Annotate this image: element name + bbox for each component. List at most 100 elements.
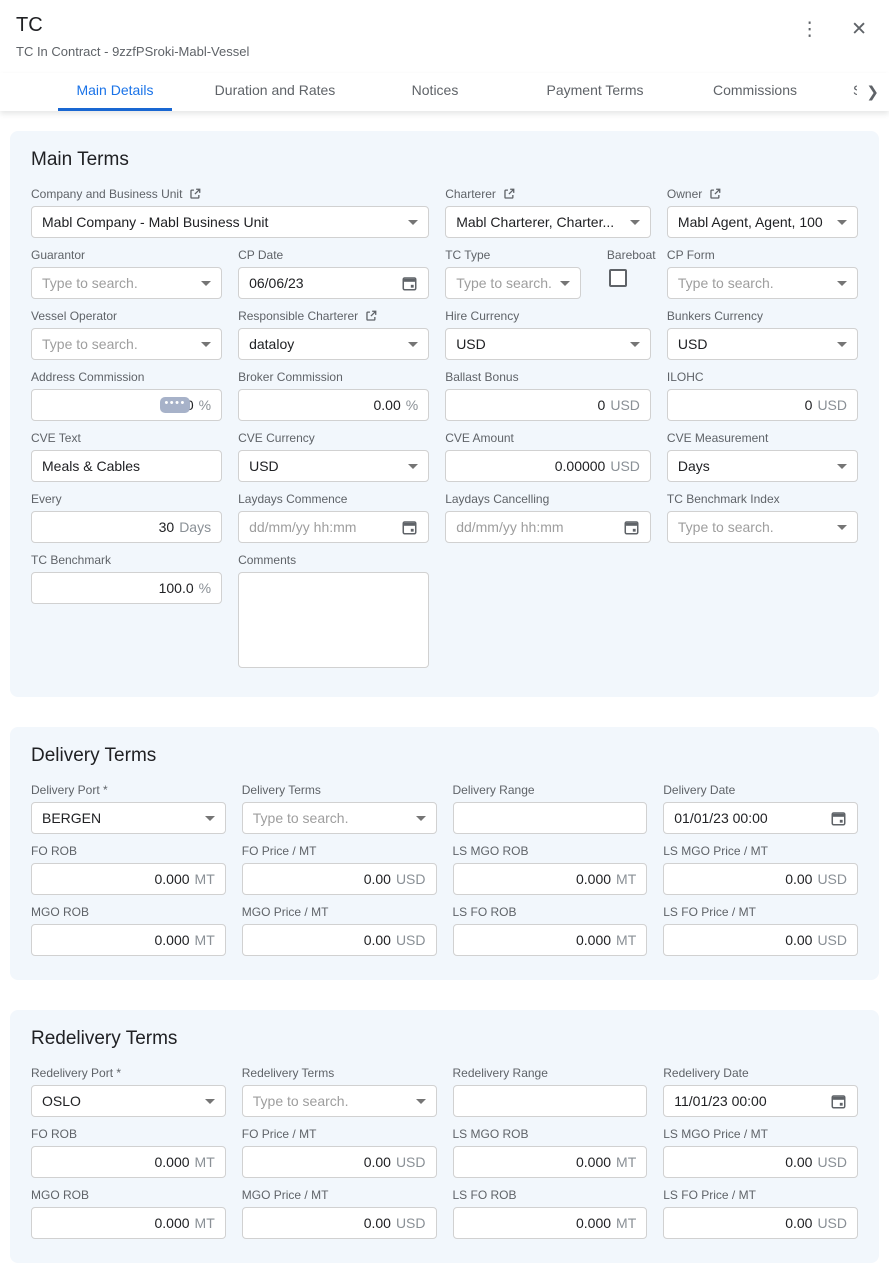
cve-currency-select[interactable]: USD	[238, 450, 429, 482]
chevron-down-icon	[205, 1099, 215, 1104]
calendar-icon[interactable]	[830, 810, 847, 827]
external-link-icon[interactable]	[708, 187, 722, 201]
delivery-mgo-rob-label: MGO ROB	[31, 905, 89, 919]
delivery-ls-fo-rob-input[interactable]: 0.000MT	[453, 924, 648, 956]
comments-textarea[interactable]	[238, 572, 429, 668]
every-input[interactable]: 30 Days	[31, 511, 222, 543]
cp-form-select[interactable]: Type to search.	[667, 267, 858, 299]
redelivery-ls-mgo-rob-field: LS MGO ROB 0.000MT	[453, 1127, 648, 1178]
vessel-operator-select[interactable]: Type to search.	[31, 328, 222, 360]
broker-commission-input[interactable]: 0.00 %	[238, 389, 429, 421]
cp-form-field: CP Form Type to search.	[667, 248, 858, 299]
tab-notices[interactable]: Notices	[355, 73, 515, 111]
tc-benchmark-index-select[interactable]: Type to search.	[667, 511, 858, 543]
main-terms-section: Main Terms Company and Business Unit Mab…	[10, 131, 879, 697]
calendar-icon[interactable]	[830, 1093, 847, 1110]
delivery-date-input[interactable]: 01/01/23 00:00	[663, 802, 858, 834]
redelivery-mgo-price-input[interactable]: 0.00USD	[242, 1207, 437, 1239]
redelivery-fo-price-value: 0.00	[364, 1154, 391, 1170]
redelivery-ls-fo-price-input[interactable]: 0.00USD	[663, 1207, 858, 1239]
calendar-icon[interactable]	[401, 519, 418, 536]
tc-benchmark-input[interactable]: 100.0 %	[31, 572, 222, 604]
guarantor-select[interactable]: Type to search.	[31, 267, 222, 299]
bareboat-checkbox[interactable]	[609, 269, 627, 287]
delivery-ls-mgo-price-input[interactable]: 0.00USD	[663, 863, 858, 895]
hire-currency-select[interactable]: USD	[445, 328, 651, 360]
delivery-ls-fo-rob-label: LS FO ROB	[453, 905, 517, 919]
chevron-down-icon	[837, 342, 847, 347]
bunkers-currency-value: USD	[678, 336, 829, 352]
delivery-port-field: Delivery Port * BERGEN	[31, 783, 226, 834]
tab-duration-and-rates[interactable]: Duration and Rates	[195, 73, 355, 111]
redelivery-ls-mgo-price-value: 0.00	[785, 1154, 812, 1170]
redelivery-fo-rob-unit: MT	[195, 1154, 215, 1170]
redelivery-fo-rob-label: FO ROB	[31, 1127, 77, 1141]
ballast-bonus-input[interactable]: 0 USD	[445, 389, 651, 421]
cp-date-input[interactable]: 06/06/23	[238, 267, 429, 299]
delivery-fo-price-label: FO Price / MT	[242, 844, 317, 858]
charterer-label: Charterer	[445, 187, 496, 201]
kebab-menu-icon[interactable]: ⋮	[796, 18, 823, 41]
delivery-ls-fo-price-label: LS FO Price / MT	[663, 905, 756, 919]
calendar-icon[interactable]	[623, 519, 640, 536]
every-field: Every 30 Days	[31, 492, 222, 543]
calendar-icon[interactable]	[401, 275, 418, 292]
external-link-icon[interactable]	[502, 187, 516, 201]
delivery-mgo-rob-input[interactable]: 0.000MT	[31, 924, 226, 956]
tab-overflow-clipped[interactable]: S	[835, 73, 857, 111]
ilohc-input[interactable]: 0 USD	[667, 389, 858, 421]
tab-commissions[interactable]: Commissions	[675, 73, 835, 111]
cve-measurement-select[interactable]: Days	[667, 450, 858, 482]
redelivery-range-input[interactable]	[453, 1085, 648, 1117]
charterer-select[interactable]: Mabl Charterer, Charter...	[445, 206, 651, 238]
redelivery-ls-fo-price-field: LS FO Price / MT 0.00USD	[663, 1188, 858, 1239]
cve-amount-field: CVE Amount 0.00000 USD	[445, 431, 651, 482]
close-icon[interactable]: ✕	[847, 18, 871, 41]
chevron-right-icon[interactable]: ❯	[862, 75, 889, 111]
external-link-icon[interactable]	[188, 187, 202, 201]
redelivery-date-input[interactable]: 11/01/23 00:00	[663, 1085, 858, 1117]
redelivery-fo-price-input[interactable]: 0.00USD	[242, 1146, 437, 1178]
delivery-fo-rob-input[interactable]: 0.000MT	[31, 863, 226, 895]
redelivery-fo-price-field: FO Price / MT 0.00USD	[242, 1127, 437, 1178]
redelivery-terms-select[interactable]: Type to search.	[242, 1085, 437, 1117]
responsible-charterer-select[interactable]: dataloy	[238, 328, 429, 360]
vessel-operator-label: Vessel Operator	[31, 309, 117, 323]
redelivery-ls-mgo-rob-input[interactable]: 0.000MT	[453, 1146, 648, 1178]
delivery-ls-fo-price-input[interactable]: 0.00USD	[663, 924, 858, 956]
redelivery-mgo-rob-unit: MT	[195, 1215, 215, 1231]
company-and-business-unit-select[interactable]: Mabl Company - Mabl Business Unit	[31, 206, 429, 238]
laydays-cancelling-input[interactable]: dd/mm/yy hh:mm	[445, 511, 651, 543]
delivery-ls-mgo-price-label: LS MGO Price / MT	[663, 844, 768, 858]
delivery-range-input[interactable]	[453, 802, 648, 834]
redelivery-ls-mgo-price-input[interactable]: 0.00USD	[663, 1146, 858, 1178]
cve-amount-input[interactable]: 0.00000 USD	[445, 450, 651, 482]
tab-payment-terms[interactable]: Payment Terms	[515, 73, 675, 111]
comments-field: Comments	[238, 553, 429, 673]
redelivery-mgo-rob-input[interactable]: 0.000MT	[31, 1207, 226, 1239]
redelivery-fo-rob-input[interactable]: 0.000MT	[31, 1146, 226, 1178]
tc-type-field: TC Type Type to search.	[445, 248, 581, 299]
ilohc-unit: USD	[817, 397, 847, 413]
redelivery-port-select[interactable]: OSLO	[31, 1085, 226, 1117]
tab-main-details[interactable]: Main Details	[35, 73, 195, 111]
delivery-fo-price-value: 0.00	[364, 871, 391, 887]
hire-currency-value: USD	[456, 336, 622, 352]
owner-select[interactable]: Mabl Agent, Agent, 100	[667, 206, 858, 238]
laydays-commence-input[interactable]: dd/mm/yy hh:mm	[238, 511, 429, 543]
redelivery-fo-rob-field: FO ROB 0.000MT	[31, 1127, 226, 1178]
delivery-port-select[interactable]: BERGEN	[31, 802, 226, 834]
external-link-icon[interactable]	[364, 309, 378, 323]
delivery-fo-price-input[interactable]: 0.00USD	[242, 863, 437, 895]
delivery-ls-mgo-rob-input[interactable]: 0.000MT	[453, 863, 648, 895]
redelivery-date-value: 11/01/23 00:00	[674, 1093, 822, 1109]
cp-form-label: CP Form	[667, 248, 715, 262]
address-commission-input[interactable]: •••• 0 %	[31, 389, 222, 421]
delivery-terms-select[interactable]: Type to search.	[242, 802, 437, 834]
cve-text-input[interactable]: Meals & Cables	[31, 450, 222, 482]
delivery-mgo-price-input[interactable]: 0.00USD	[242, 924, 437, 956]
tc-type-select[interactable]: Type to search.	[445, 267, 581, 299]
redelivery-ls-fo-rob-input[interactable]: 0.000MT	[453, 1207, 648, 1239]
bunkers-currency-select[interactable]: USD	[667, 328, 858, 360]
ballast-bonus-unit: USD	[610, 397, 640, 413]
